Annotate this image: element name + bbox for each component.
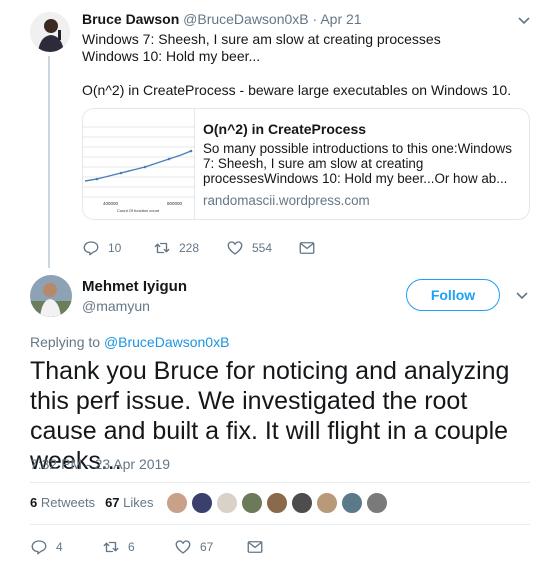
liker-avatars (166, 492, 391, 514)
like-button[interactable]: 67 (174, 538, 213, 556)
liker-avatar[interactable] (266, 492, 288, 514)
chevron-down-icon[interactable] (516, 12, 532, 28)
envelope-icon (247, 541, 263, 553)
follow-button[interactable]: Follow (406, 279, 500, 311)
reply-icon (31, 540, 47, 555)
retweets-stat-label: Retweets (40, 495, 96, 510)
direct-message-button[interactable] (246, 538, 272, 556)
mehmet-avatar[interactable] (30, 275, 72, 317)
engagement-stats: 6 Retweets 67 Likes (30, 495, 154, 510)
tweet1-line: O(n^2) in CreateProcess - beware large e… (82, 82, 512, 98)
likes-stat-label: Likes (123, 495, 154, 510)
chevron-down-icon[interactable] (514, 287, 530, 303)
tweet1-header: Bruce Dawson @BruceDawson0xB · Apr 21 (82, 11, 362, 27)
liker-avatar[interactable] (191, 492, 213, 514)
card-description: So many possible introductions to this o… (203, 141, 512, 186)
thumb-xtick: 800000 (167, 201, 183, 206)
like-button[interactable]: 554 (226, 239, 272, 257)
thumb-xlabel: Count Of function count (117, 208, 160, 213)
tweet2-timestamp[interactable]: 7:32 PM - 23 Apr 2019 (30, 456, 170, 472)
card-title: O(n^2) in CreateProcess (203, 121, 367, 137)
retweet-icon (154, 242, 170, 254)
reply-button[interactable]: 4 (30, 538, 63, 556)
tweet2-author-handle[interactable]: @mamyun (82, 298, 150, 314)
retweet-count: 228 (179, 241, 200, 255)
reply-count: 4 (56, 540, 63, 554)
liker-avatar[interactable] (366, 492, 388, 514)
liker-avatar[interactable] (216, 492, 238, 514)
divider (30, 524, 530, 525)
card-thumbnail: 400000 800000 Count Of function count (83, 109, 195, 219)
tweet1-author-name[interactable]: Bruce Dawson (82, 11, 179, 27)
tweet1-date[interactable]: Apr 21 (320, 11, 361, 27)
bruce-avatar[interactable] (30, 12, 70, 52)
retweets-stat[interactable]: 6 Retweets (30, 495, 95, 510)
retweet-button[interactable]: 228 (153, 239, 199, 257)
reply-count: 10 (108, 241, 122, 255)
like-count: 554 (252, 241, 273, 255)
like-count: 67 (200, 540, 214, 554)
retweets-stat-count: 6 (30, 495, 38, 510)
envelope-icon (299, 242, 315, 254)
heart-icon (227, 241, 243, 255)
link-preview-card[interactable]: 400000 800000 Count Of function count O(… (82, 108, 530, 220)
reply-icon (83, 241, 99, 256)
tweet1-line: Windows 10: Hold my beer... (82, 48, 261, 64)
liker-avatar[interactable] (341, 492, 363, 514)
tweet1-line (82, 65, 542, 82)
divider (30, 482, 530, 483)
tweet2-author-name[interactable]: Mehmet Iyigun (82, 278, 187, 295)
tweet1-text: Windows 7: Sheesh, I sure am slow at cre… (82, 31, 542, 99)
likes-stat-count: 67 (105, 495, 120, 510)
retweet-count: 6 (128, 540, 135, 554)
liker-avatar[interactable] (166, 492, 188, 514)
replying-to-handle[interactable]: @BruceDawson0xB (104, 334, 230, 350)
retweet-icon (103, 541, 119, 553)
card-domain: randomascii.wordpress.com (203, 193, 370, 208)
liker-avatar[interactable] (316, 492, 338, 514)
tweet1-author-handle[interactable]: @BruceDawson0xB (183, 11, 309, 27)
thread-connector-line (48, 56, 50, 268)
likes-stat[interactable]: 67 Likes (105, 495, 153, 510)
retweet-button[interactable]: 6 (102, 538, 135, 556)
reply-button[interactable]: 10 (82, 239, 121, 257)
replying-to-line: Replying to @BruceDawson0xB (30, 334, 229, 350)
tweet1-line: Windows 7: Sheesh, I sure am slow at cre… (82, 31, 441, 47)
header-separator: · (312, 11, 318, 27)
direct-message-button[interactable] (298, 239, 324, 257)
replying-to-prefix: Replying to (30, 334, 101, 350)
liker-avatar[interactable] (291, 492, 313, 514)
thumb-xtick: 400000 (103, 201, 119, 206)
liker-avatar[interactable] (241, 492, 263, 514)
heart-icon (175, 540, 191, 554)
